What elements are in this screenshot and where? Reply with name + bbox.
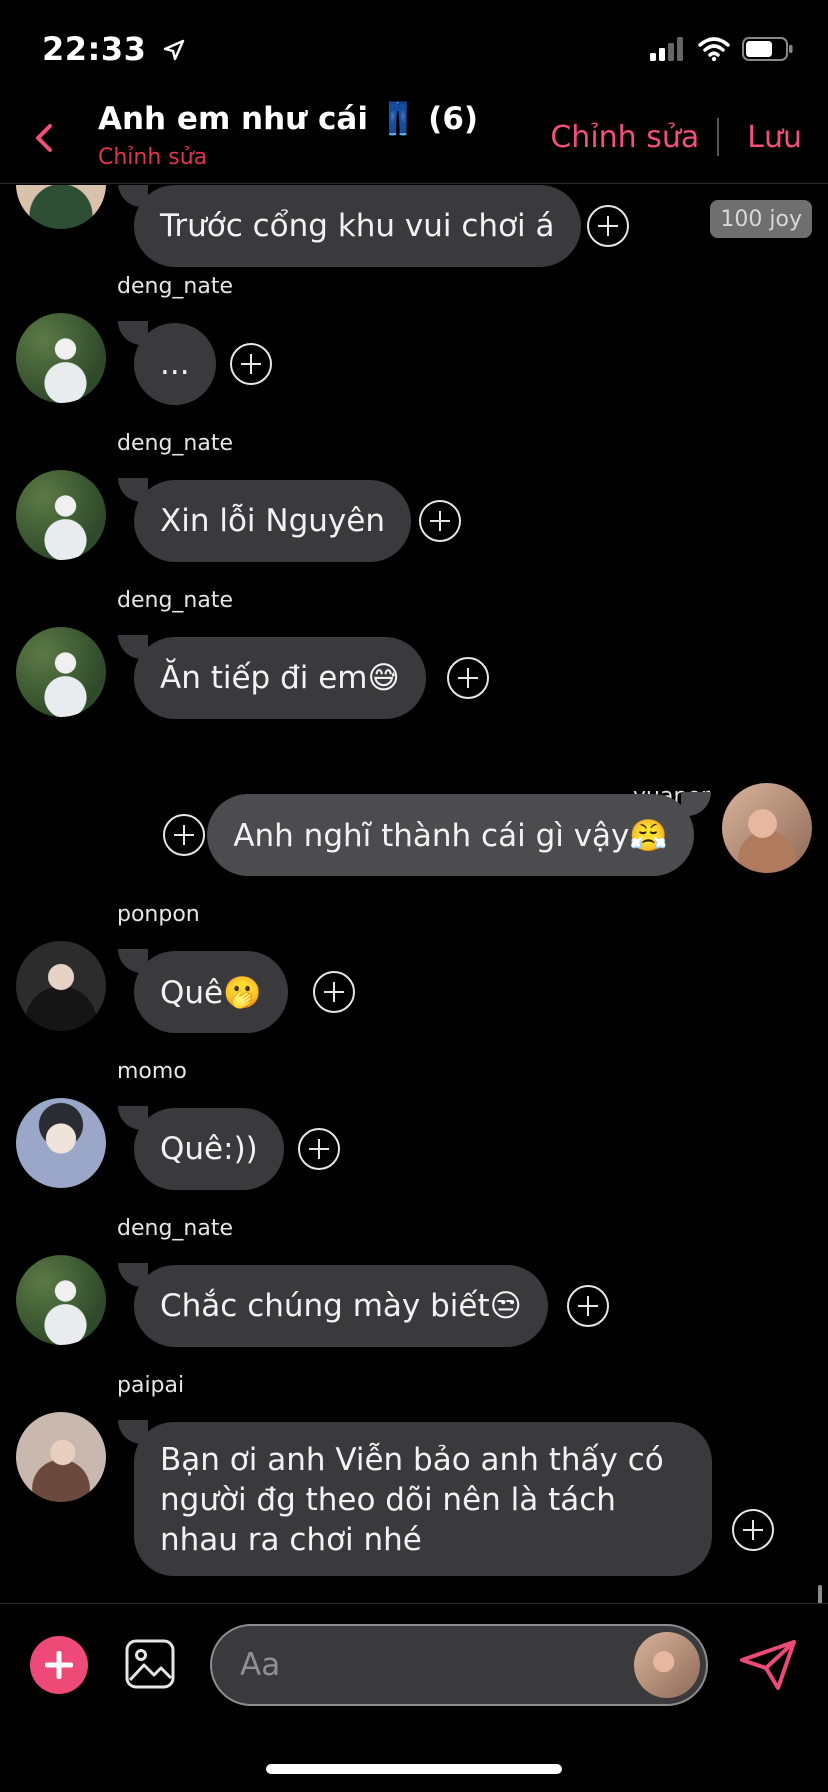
message-bubble[interactable]: Bạn ơi anh Viễn bảo anh thấy có người đg…	[134, 1422, 712, 1576]
send-button[interactable]	[738, 1638, 798, 1692]
avatar[interactable]	[16, 470, 106, 560]
avatar[interactable]	[16, 313, 106, 403]
message-bubble[interactable]: Chắc chúng mày biết😒	[134, 1265, 548, 1347]
image-icon	[125, 1639, 175, 1689]
avatar[interactable]	[16, 941, 106, 1031]
scrollbar[interactable]	[818, 1585, 822, 1603]
avatar[interactable]	[16, 1255, 106, 1345]
chat-subtitle: Chỉnh sửa	[98, 145, 208, 170]
title-group[interactable]: Anh em như cái 👖 (6) Chỉnh sửa	[98, 100, 478, 170]
message-bubble[interactable]: Trước cổng khu vui chơi á	[134, 185, 581, 267]
add-reaction-icon[interactable]	[447, 657, 489, 699]
home-indicator[interactable]	[266, 1764, 562, 1774]
avatar[interactable]	[634, 1632, 700, 1698]
sender-name: paipai	[117, 1373, 185, 1398]
status-icons	[650, 36, 794, 62]
add-reaction-icon[interactable]	[419, 500, 461, 542]
avatar[interactable]	[722, 783, 812, 873]
status-time-text: 22:33	[42, 30, 147, 68]
battery-icon	[742, 37, 793, 61]
add-reaction-icon[interactable]	[567, 1285, 609, 1327]
message-bubble[interactable]: Anh nghĩ thành cái gì vậy😤	[207, 794, 694, 876]
header-actions: Chỉnh sửa Lưu	[550, 118, 802, 156]
add-reaction-icon[interactable]	[163, 814, 205, 856]
add-reaction-icon[interactable]	[298, 1128, 340, 1170]
sender-name: ponpon	[117, 902, 200, 927]
status-time: 22:33	[42, 30, 186, 68]
composer-bar	[0, 1603, 828, 1723]
message-bubble[interactable]: Quê:))	[134, 1108, 284, 1190]
avatar[interactable]	[16, 1098, 106, 1188]
back-button[interactable]	[30, 118, 60, 158]
chat-title: Anh em như cái 👖 (6)	[98, 101, 479, 137]
message-bubble[interactable]: Xin lỗi Nguyên	[134, 480, 411, 562]
chat-header: Anh em như cái 👖 (6) Chỉnh sửa Chỉnh sửa…	[0, 100, 828, 184]
sender-name: deng_nate	[117, 431, 233, 456]
sender-name: deng_nate	[117, 588, 233, 613]
add-attachment-button[interactable]	[30, 1636, 88, 1694]
send-icon	[740, 1640, 796, 1690]
message-bubble[interactable]: Ăn tiếp đi em😅	[134, 637, 426, 719]
status-bar: 22:33	[0, 0, 828, 100]
add-reaction-icon[interactable]	[313, 971, 355, 1013]
joy-badge: 100 joy	[710, 200, 812, 238]
message-bubble[interactable]: ...	[134, 323, 216, 405]
wifi-icon	[698, 37, 730, 61]
location-arrow-icon	[163, 39, 185, 61]
chevron-left-icon	[36, 124, 52, 152]
save-button[interactable]: Lưu	[747, 120, 802, 155]
message-list[interactable]: Trước cổng khu vui chơi á 100 joy deng_n…	[0, 185, 828, 1603]
message-input-wrap[interactable]	[210, 1624, 708, 1706]
header-divider	[717, 118, 720, 156]
image-picker-button[interactable]	[124, 1638, 176, 1690]
sender-name: momo	[117, 1059, 187, 1084]
signal-icon	[650, 37, 683, 61]
add-reaction-icon[interactable]	[230, 343, 272, 385]
message-input[interactable]	[240, 1626, 620, 1704]
sender-name: deng_nate	[117, 1216, 233, 1241]
message-bubble[interactable]: Quê🫢	[134, 951, 288, 1033]
add-reaction-icon[interactable]	[587, 205, 629, 247]
avatar[interactable]	[16, 185, 106, 229]
edit-button[interactable]: Chỉnh sửa	[550, 120, 699, 155]
avatar[interactable]	[16, 1412, 106, 1502]
avatar[interactable]	[16, 627, 106, 717]
sender-name: deng_nate	[117, 274, 233, 299]
add-reaction-icon[interactable]	[732, 1509, 774, 1551]
